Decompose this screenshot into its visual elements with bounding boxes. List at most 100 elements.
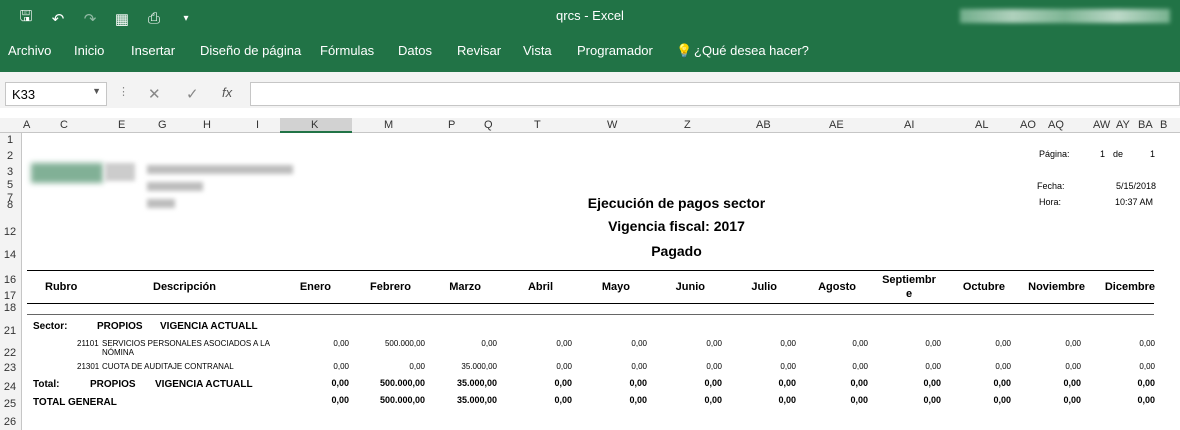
column-header[interactable]: A — [23, 119, 30, 131]
column-header[interactable]: K — [311, 119, 318, 131]
sector-name: PROPIOS — [97, 321, 143, 332]
tab-vista[interactable]: Vista — [523, 43, 552, 58]
total-general-cell: 35.000,00 — [456, 395, 497, 405]
tab-insertar[interactable]: Insertar — [131, 43, 175, 58]
company-name-line — [147, 165, 293, 174]
row-header[interactable]: 2 — [0, 150, 20, 162]
worksheet[interactable]: Página: 1 de 1 Fecha: 5/15/2018 Hora: 10… — [23, 133, 1180, 430]
row-header[interactable]: 17 — [0, 290, 20, 302]
column-header[interactable]: AI — [904, 119, 914, 131]
pagina-label: Página: — [1039, 149, 1070, 159]
column-header[interactable]: T — [534, 119, 541, 131]
column-header[interactable]: P — [448, 119, 455, 131]
row-header[interactable]: 23 — [0, 362, 20, 374]
value-cell: 0,00 — [631, 339, 647, 348]
row-header[interactable]: 3 — [0, 166, 20, 178]
row-header[interactable]: 12 — [0, 226, 20, 238]
row-header[interactable]: 24 — [0, 381, 20, 393]
row-header[interactable]: 18 — [0, 302, 20, 314]
row-header[interactable]: 5 — [0, 179, 20, 191]
formula-input[interactable] — [250, 82, 1180, 106]
tab-diseno-pagina[interactable]: Diseño de página — [200, 43, 301, 58]
column-header[interactable]: BA — [1138, 119, 1153, 131]
column-header[interactable]: M — [384, 119, 393, 131]
user-account[interactable] — [960, 9, 1170, 23]
col-dicembre: Dicembre — [1104, 281, 1155, 293]
column-header[interactable]: AQ — [1048, 119, 1064, 131]
column-header[interactable]: AY — [1116, 119, 1130, 131]
total-cell: 0,00 — [704, 378, 722, 388]
total-general-cell: 0,00 — [1137, 395, 1155, 405]
row-header[interactable]: 26 — [0, 416, 20, 428]
column-header[interactable]: AO — [1020, 119, 1036, 131]
total-cell: 0,00 — [778, 378, 796, 388]
col-noviembre: Noviembre — [1028, 281, 1085, 293]
value-cell: 35.000,00 — [461, 362, 497, 371]
total-cell: 0,00 — [629, 378, 647, 388]
rubro-code: 21301 — [77, 362, 100, 371]
column-header[interactable]: Z — [684, 119, 691, 131]
tab-datos[interactable]: Datos — [398, 43, 432, 58]
tab-archivo[interactable]: Archivo — [8, 43, 51, 58]
col-junio: Junio — [675, 281, 705, 293]
total-general-cell: 0,00 — [704, 395, 722, 405]
total-cell: 0,00 — [331, 378, 349, 388]
cancel-entry-icon[interactable]: ✕ — [148, 85, 161, 103]
column-header[interactable]: I — [256, 119, 259, 131]
column-header[interactable]: B — [1160, 119, 1167, 131]
total-general-cell: 0,00 — [331, 395, 349, 405]
value-cell: 0,00 — [1065, 362, 1081, 371]
value-cell: 0,00 — [852, 362, 868, 371]
confirm-entry-icon[interactable]: ✓ — [186, 85, 199, 103]
tell-me-search[interactable]: ¿Qué desea hacer? — [694, 43, 809, 58]
insert-function-icon[interactable]: fx — [222, 85, 232, 100]
column-header[interactable]: E — [118, 119, 125, 131]
rubro-code: 21101 — [77, 339, 99, 348]
column-header[interactable]: AE — [829, 119, 844, 131]
report-subtitle: Vigencia fiscal: 2017 — [608, 218, 745, 234]
row-headers: 1 2 3 5 7 8 12 14 16 17 18 21 22 23 24 2… — [0, 133, 22, 430]
column-header[interactable]: C — [60, 119, 68, 131]
chevron-down-icon[interactable]: ▼ — [92, 86, 101, 96]
formula-bar: K33 ▼ ⋮ ✕ ✓ fx — [0, 82, 1180, 108]
tab-programador[interactable]: Programador — [577, 43, 653, 58]
row-header[interactable]: 25 — [0, 398, 20, 410]
value-cell: 0,00 — [409, 362, 425, 371]
column-header[interactable]: AL — [975, 119, 988, 131]
row-header[interactable]: 16 — [0, 274, 20, 286]
row-header[interactable]: 1 — [0, 134, 20, 146]
value-cell: 0,00 — [556, 339, 572, 348]
col-rubro: Rubro — [45, 281, 78, 293]
row-header[interactable]: 21 — [0, 325, 20, 337]
row-header[interactable]: 14 — [0, 249, 20, 261]
total-cell: 35.000,00 — [456, 378, 497, 388]
de-total: 1 — [1150, 149, 1156, 159]
column-header[interactable]: G — [158, 119, 167, 131]
value-cell: 0,00 — [631, 362, 647, 371]
col-mayo: Mayo — [601, 281, 630, 293]
header-top-rule — [27, 270, 1154, 271]
row-header[interactable]: 22 — [0, 347, 20, 359]
column-header[interactable]: H — [203, 119, 211, 131]
total-label: Total: — [33, 379, 60, 390]
total-cell: 0,00 — [850, 378, 868, 388]
column-header[interactable]: AB — [756, 119, 771, 131]
value-cell: 500.000,00 — [384, 339, 425, 348]
fecha-label: Fecha: — [1037, 181, 1065, 191]
rubro-desc: CUOTA DE AUDITAJE CONTRANAL — [102, 362, 234, 371]
ribbon-gap — [0, 72, 1180, 82]
total-general-label: TOTAL GENERAL — [33, 397, 117, 408]
row-header[interactable]: 8 — [0, 199, 20, 211]
tab-revisar[interactable]: Revisar — [457, 43, 501, 58]
col-enero: Enero — [299, 281, 331, 293]
column-header[interactable]: Q — [484, 119, 493, 131]
fecha-value: 5/15/2018 — [1116, 181, 1157, 191]
column-header[interactable]: AW — [1093, 119, 1110, 131]
name-box[interactable]: K33 ▼ — [5, 82, 107, 106]
value-cell: 0,00 — [995, 339, 1011, 348]
total-general-cell: 0,00 — [993, 395, 1011, 405]
column-header[interactable]: W — [607, 119, 617, 131]
tab-formulas[interactable]: Fórmulas — [320, 43, 374, 58]
value-cell: 0,00 — [1139, 362, 1155, 371]
tab-inicio[interactable]: Inicio — [74, 43, 104, 58]
